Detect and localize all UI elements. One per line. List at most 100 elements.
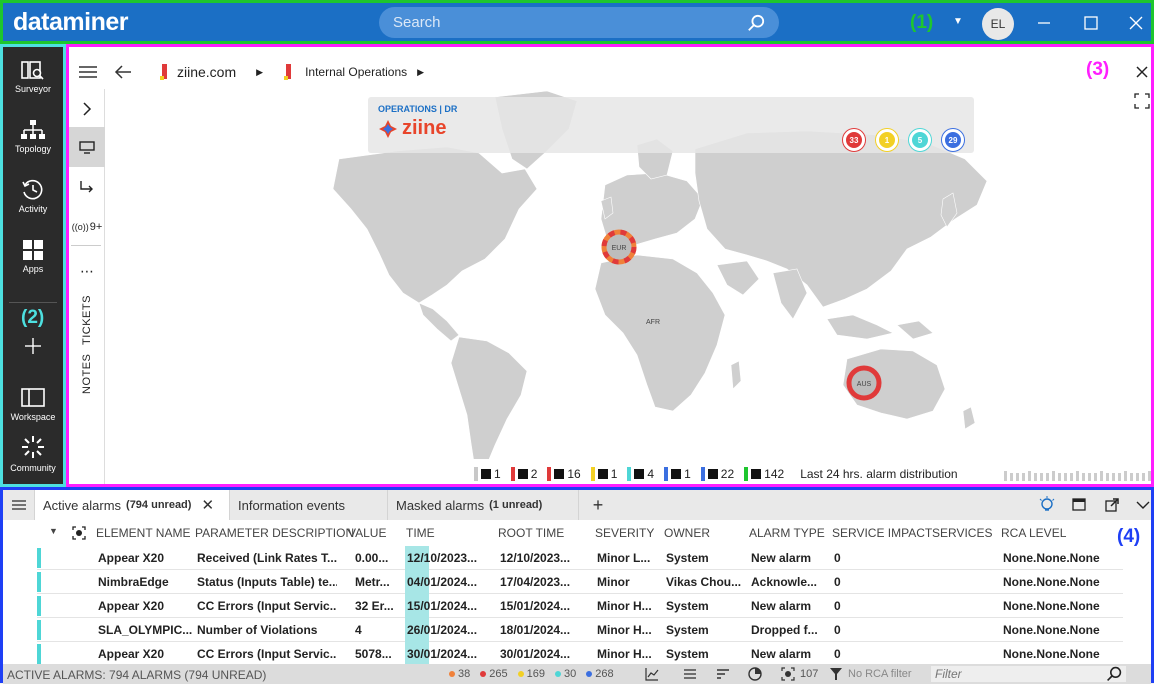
severity-count[interactable]: 268 xyxy=(586,668,614,680)
column-value[interactable]: VALUE xyxy=(348,526,386,540)
region-marker-aus[interactable]: AUS xyxy=(846,365,882,401)
cell-value: 4 xyxy=(355,623,362,637)
column-severity[interactable]: SEVERITY xyxy=(595,526,654,540)
view-marker-icon xyxy=(160,64,167,80)
tab-label: Information events xyxy=(238,497,345,513)
badge-value: 5 xyxy=(917,135,923,145)
list-view-icon[interactable] xyxy=(683,668,697,680)
sidebar-item-apps[interactable]: Apps xyxy=(3,239,63,274)
window-icon[interactable] xyxy=(1072,498,1086,512)
console-menu-button[interactable] xyxy=(3,490,35,520)
pop-out-icon[interactable] xyxy=(1105,498,1119,512)
annotation-label-2: (2) xyxy=(21,307,45,328)
cell-owner: System xyxy=(666,551,709,565)
column-service-impact[interactable]: SERVICE IMPACT xyxy=(832,526,932,540)
column-services[interactable]: SERVICES xyxy=(932,526,992,540)
visual-view-button[interactable] xyxy=(69,127,105,167)
table-row[interactable]: SLA_OLYMPIC... Number of Violations 4 26/01… xyxy=(37,618,1123,642)
column-root-time[interactable]: ROOT TIME xyxy=(498,526,564,540)
chevron-right-icon[interactable]: ▶ xyxy=(256,67,263,78)
chevron-right-icon[interactable]: ▶ xyxy=(417,67,424,78)
filter-icon[interactable] xyxy=(830,668,842,680)
legend-color-bar xyxy=(547,467,552,481)
column-parameter-description[interactable]: PARAMETER DESCRIPTION xyxy=(195,526,354,540)
close-window-button[interactable] xyxy=(1124,11,1148,35)
minimize-button[interactable] xyxy=(1032,11,1056,35)
breadcrumb: ziine.com ▶ Internal Operations ▶ xyxy=(73,59,424,85)
column-rca-level[interactable]: RCA LEVEL xyxy=(1001,526,1066,540)
search-input[interactable] xyxy=(393,14,747,31)
distribution-tick xyxy=(1148,471,1151,481)
column-time[interactable]: TIME xyxy=(406,526,435,540)
world-map-area[interactable]: EUR AFR AUS OPERATIONS | DR ziine 33 1 5 xyxy=(107,89,1151,481)
focus-icon[interactable] xyxy=(71,525,87,541)
more-options-button[interactable]: ⋯ xyxy=(69,251,105,291)
back-arrow-icon[interactable] xyxy=(113,64,133,80)
element-icon xyxy=(481,469,491,479)
table-row[interactable]: Appear X20 Received (Link Rates T... 0.00.… xyxy=(37,546,1123,570)
line-chart-icon[interactable] xyxy=(645,667,659,681)
breadcrumb-ziine[interactable]: ziine.com xyxy=(177,64,236,80)
maximize-button[interactable] xyxy=(1079,11,1103,35)
cell-owner: System xyxy=(666,623,709,637)
tickets-tab[interactable]: TICKETS xyxy=(69,295,105,345)
tab-information-events[interactable]: Information events xyxy=(230,490,388,520)
table-row[interactable]: Appear X20 CC Errors (Input Servic... 32 E… xyxy=(37,594,1123,618)
signals-button[interactable]: ((o)) 9+ xyxy=(69,207,105,247)
tab-masked-alarms[interactable]: Masked alarms (1 unread) xyxy=(388,490,579,520)
search-icon[interactable] xyxy=(747,14,765,32)
severity-count[interactable]: 265 xyxy=(480,668,508,680)
table-row[interactable]: Appear X20 CC Errors (Input Servic... 5078… xyxy=(37,642,1123,666)
sidebar-item-topology[interactable]: Topology xyxy=(3,119,63,154)
cell-rca: None.None.None xyxy=(1003,623,1100,637)
operations-card-title: OPERATIONS | DR xyxy=(378,104,458,114)
column-alarm-type[interactable]: ALARM TYPE xyxy=(749,526,825,540)
pie-chart-icon[interactable] xyxy=(748,667,762,681)
lightbulb-icon[interactable] xyxy=(1038,496,1056,514)
table-row[interactable]: NimbraEdge Status (Inputs Table) te... Met… xyxy=(37,570,1123,594)
operations-card[interactable]: OPERATIONS | DR ziine 33 1 5 29 xyxy=(368,97,974,153)
column-owner[interactable]: OWNER xyxy=(664,526,710,540)
notes-tab[interactable]: NOTES xyxy=(69,351,105,397)
alarm-badge-warning[interactable]: 5 xyxy=(909,129,931,151)
region-label-eur: EUR xyxy=(612,245,627,252)
severity-count[interactable]: 169 xyxy=(517,668,545,680)
trend-button[interactable] xyxy=(69,167,105,207)
sidebar-item-community[interactable]: Community xyxy=(3,434,63,473)
alarm-badge-critical[interactable]: 33 xyxy=(843,129,865,151)
tab-active-alarms[interactable]: Active alarms (794 unread) ✕ xyxy=(35,490,230,520)
search-icon[interactable] xyxy=(1106,666,1122,682)
sort-down-icon[interactable]: ▼ xyxy=(49,526,58,536)
filter-input[interactable] xyxy=(935,667,1106,681)
hamburger-menu-icon[interactable] xyxy=(77,64,99,80)
alarm-badge-info[interactable]: 29 xyxy=(942,129,964,151)
search-box[interactable] xyxy=(379,7,779,38)
close-icon[interactable] xyxy=(1135,65,1149,79)
severity-count[interactable]: 38 xyxy=(449,668,470,680)
cell-element: Appear X20 xyxy=(98,599,165,613)
sidebar-item-surveyor[interactable]: Surveyor xyxy=(3,59,63,94)
region-marker-eur[interactable]: EUR xyxy=(601,229,637,265)
rca-filter-label[interactable]: No RCA filter xyxy=(848,668,912,680)
sidebar-item-activity[interactable]: Activity xyxy=(3,179,63,214)
chevron-down-icon[interactable] xyxy=(1136,500,1150,510)
chevron-down-icon[interactable]: ▼ xyxy=(953,16,963,27)
community-icon xyxy=(22,436,44,458)
sidebar-item-workspace[interactable]: Workspace xyxy=(3,387,63,422)
focus-icon[interactable] xyxy=(781,667,795,681)
severity-count[interactable]: 30 xyxy=(554,668,576,680)
alarm-badge-minor[interactable]: 1 xyxy=(876,129,898,151)
breadcrumb-internal-operations[interactable]: Internal Operations xyxy=(305,65,407,79)
add-tab-button[interactable]: + xyxy=(579,490,617,520)
filter-box[interactable] xyxy=(931,666,1126,682)
expand-button[interactable] xyxy=(69,89,105,129)
badge-value: 29 xyxy=(948,135,958,145)
sort-icon[interactable] xyxy=(716,668,730,680)
add-button[interactable] xyxy=(3,335,63,360)
close-tab-icon[interactable]: ✕ xyxy=(201,496,214,514)
app-logo[interactable]: dataminer xyxy=(13,8,128,37)
region-marker-afr[interactable]: AFR xyxy=(646,319,660,326)
cell-element: Appear X20 xyxy=(98,551,165,565)
column-element-name[interactable]: ELEMENT NAME xyxy=(96,526,190,540)
user-avatar[interactable]: EL xyxy=(982,8,1014,40)
